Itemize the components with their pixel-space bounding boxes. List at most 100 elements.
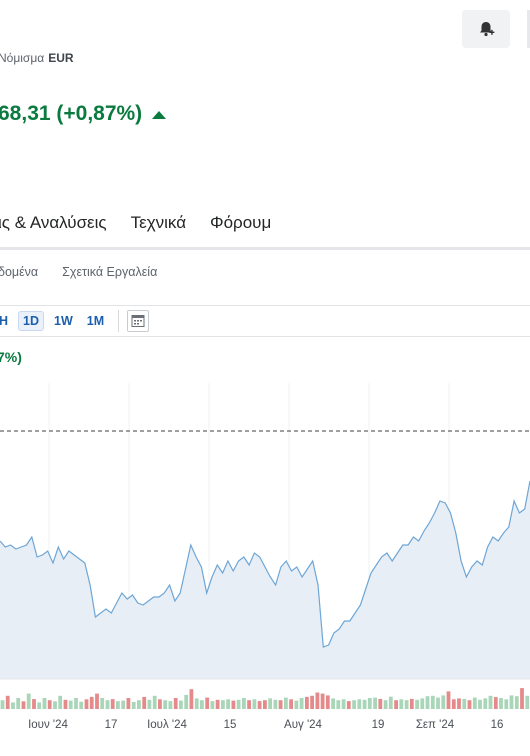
volume-bar (467, 700, 472, 709)
volume-bar (226, 699, 230, 709)
volume-bar (16, 698, 21, 709)
timeframe-1d[interactable]: 1D (18, 311, 45, 331)
volume-bar (294, 700, 299, 709)
x-tick-label: Ιουν '24 (28, 719, 68, 731)
volume-bar (509, 695, 514, 709)
x-axis-ticks: Ιουν '24 17 Ιουλ '24 15 Αυγ '24 19 Σεπ '24 16 (28, 719, 503, 731)
volume-bar (388, 696, 393, 709)
volume-bar (341, 699, 346, 709)
tab-news-analysis[interactable]: ις & Αναλύσεις (0, 213, 107, 233)
volume-bar (26, 693, 31, 709)
calendar-icon (131, 315, 145, 327)
volume-bar (289, 699, 293, 709)
volume-bar (100, 698, 105, 709)
volume-bar (152, 695, 157, 709)
volume-bar (404, 700, 409, 709)
tab-technical[interactable]: Τεχνικά (131, 213, 186, 233)
price-change: 68,31 (+0,87%) (0, 102, 167, 126)
volume-bar (242, 698, 246, 709)
volume-bar (472, 697, 477, 709)
volume-bar (121, 700, 126, 709)
volume-bar (383, 700, 388, 709)
x-tick-label: 19 (372, 719, 385, 731)
subtab-related-tools[interactable]: Σχετικά Εργαλεία (62, 265, 157, 279)
price-chart[interactable]: Ιουν '24 17 Ιουλ '24 15 Αυγ '24 19 Σεπ '24 16 (0, 337, 530, 756)
volume-bar (142, 696, 147, 709)
volume-bar (37, 702, 42, 709)
volume-bar (499, 698, 503, 709)
volume-bar (305, 696, 309, 709)
x-tick-label: Σεπ '24 (416, 719, 455, 731)
volume-bar (126, 698, 131, 709)
volume-bar (194, 698, 199, 709)
volume-bar (210, 701, 215, 709)
volume-bar (236, 699, 241, 709)
volume-bar (173, 698, 178, 709)
chart-toolbar: H 1D 1W 1M (0, 310, 150, 332)
volume-bar (483, 698, 488, 709)
volume-bars (0, 688, 530, 709)
bell-plus-icon (480, 22, 495, 37)
volume-bar (346, 701, 351, 709)
volume-bar (457, 698, 461, 709)
volume-bar (284, 697, 288, 709)
volume-bar (184, 694, 189, 709)
volume-bar (462, 698, 467, 709)
volume-bar (378, 698, 383, 709)
volume-bar (268, 698, 272, 709)
main-tabs: ις & Αναλύσεις Τεχνικά Φόρουμ (0, 213, 295, 233)
volume-bar (310, 695, 314, 709)
volume-bar (84, 699, 89, 709)
volume-bar (320, 693, 325, 709)
add-alert-button[interactable] (462, 10, 510, 48)
volume-bar (488, 695, 493, 709)
x-tick-label: Ιουλ '24 (147, 719, 187, 731)
volume-bar (263, 700, 267, 709)
calendar-button[interactable] (127, 310, 150, 332)
volume-bar (451, 699, 456, 709)
volume-bar (493, 697, 498, 709)
volume-bar (179, 700, 183, 709)
volume-bar (21, 701, 26, 709)
x-tick-label: 15 (224, 719, 237, 731)
volume-bar (336, 700, 341, 709)
volume-bar (325, 695, 330, 709)
volume-bar (105, 700, 110, 709)
volume-bar (525, 695, 530, 709)
volume-bar (221, 700, 225, 709)
timeframe-hour[interactable]: H (0, 312, 12, 330)
tab-forum[interactable]: Φόρουμ (210, 213, 271, 233)
sub-tabs: δομένα Σχετικά Εργαλεία (0, 265, 181, 279)
volume-bar (95, 693, 99, 709)
volume-bar (436, 697, 440, 709)
volume-bar (215, 699, 220, 709)
toolbar-separator (118, 310, 120, 332)
volume-bar (399, 699, 404, 709)
volume-bar (394, 700, 398, 709)
volume-bar (415, 699, 419, 709)
subtab-data[interactable]: δομένα (0, 265, 38, 279)
volume-bar (158, 699, 162, 709)
volume-bar (47, 700, 52, 709)
volume-bar (63, 699, 68, 709)
volume-bar (0, 700, 5, 709)
volume-bar (352, 700, 356, 709)
volume-bar (68, 700, 73, 709)
volume-bar (131, 702, 136, 709)
price-change-text: 68,31 (+0,87%) (0, 102, 143, 125)
volume-bar (74, 698, 78, 709)
volume-bar (514, 696, 519, 709)
volume-bar (504, 699, 509, 709)
volume-bar (362, 699, 367, 709)
timeframe-1m[interactable]: 1M (83, 312, 108, 330)
volume-bar (147, 699, 152, 709)
price-area (0, 481, 530, 679)
volume-bar (331, 698, 335, 709)
volume-bar (425, 696, 430, 709)
volume-bar (58, 695, 63, 709)
volume-bar (247, 700, 251, 709)
timeframe-1w[interactable]: 1W (50, 312, 77, 330)
currency-label: Νόμισμα (0, 51, 45, 65)
volume-bar (89, 696, 94, 709)
volume-bar (420, 698, 425, 709)
